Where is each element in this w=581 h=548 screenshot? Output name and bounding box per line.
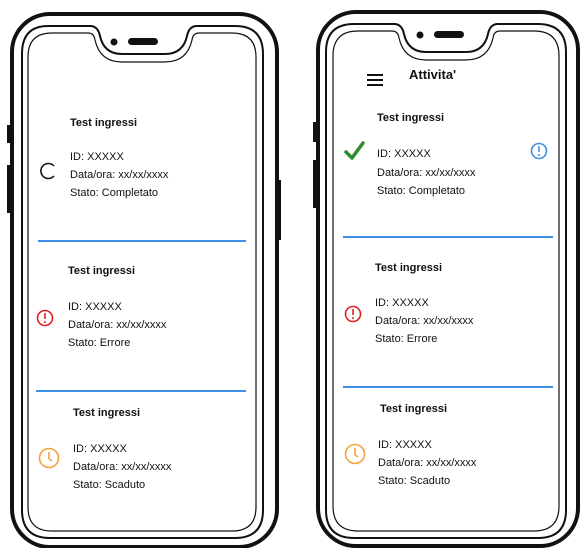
card-status: Stato: Scaduto	[73, 479, 146, 491]
card-divider	[343, 236, 553, 238]
card-datetime: Data/ora: xx/xx/xxxx	[73, 461, 172, 473]
card-title: Test ingressi	[380, 403, 448, 415]
loading-spinner-icon	[40, 162, 55, 180]
card-status: Stato: Completato	[70, 187, 159, 199]
card-title: Test ingressi	[375, 262, 443, 274]
clock-icon	[38, 447, 60, 469]
card-title: Test ingressi	[68, 265, 136, 277]
card-datetime: Data/ora: xx/xx/xxxx	[68, 319, 167, 331]
camera-dot	[416, 31, 424, 39]
clock-icon	[344, 443, 366, 465]
card-datetime: Data/ora: xx/xx/xxxx	[70, 169, 169, 181]
card-title: Test ingressi	[73, 407, 141, 419]
card-id: ID: XXXXX	[377, 148, 431, 160]
card-title: Test ingressi	[377, 112, 445, 124]
card-id: ID: XXXXX	[73, 443, 127, 455]
info-icon[interactable]	[529, 141, 549, 161]
card-id: ID: XXXXX	[378, 439, 432, 451]
card-id: ID: XXXXX	[68, 301, 122, 313]
card-divider	[38, 240, 246, 242]
card-status: Stato: Errore	[375, 333, 438, 345]
error-icon	[344, 305, 362, 323]
card-divider	[343, 386, 553, 388]
card-divider	[36, 390, 246, 392]
speaker-slot	[128, 38, 158, 45]
card-status: Stato: Scaduto	[378, 475, 451, 487]
error-icon	[36, 309, 54, 327]
card-datetime: Data/ora: xx/xx/xxxx	[375, 315, 474, 327]
page-title: Attivita'	[409, 67, 457, 82]
card-status: Stato: Completato	[377, 185, 466, 197]
checkmark-icon	[344, 141, 365, 160]
card-datetime: Data/ora: xx/xx/xxxx	[378, 457, 477, 469]
card-datetime: Data/ora: xx/xx/xxxx	[377, 167, 476, 179]
card-status: Stato: Errore	[68, 337, 131, 349]
card-id: ID: XXXXX	[70, 151, 124, 163]
camera-dot	[110, 38, 118, 46]
speaker-slot	[434, 31, 464, 38]
card-id: ID: XXXXX	[375, 297, 429, 309]
hamburger-menu-icon[interactable]	[367, 74, 383, 86]
card-title: Test ingressi	[70, 117, 138, 129]
